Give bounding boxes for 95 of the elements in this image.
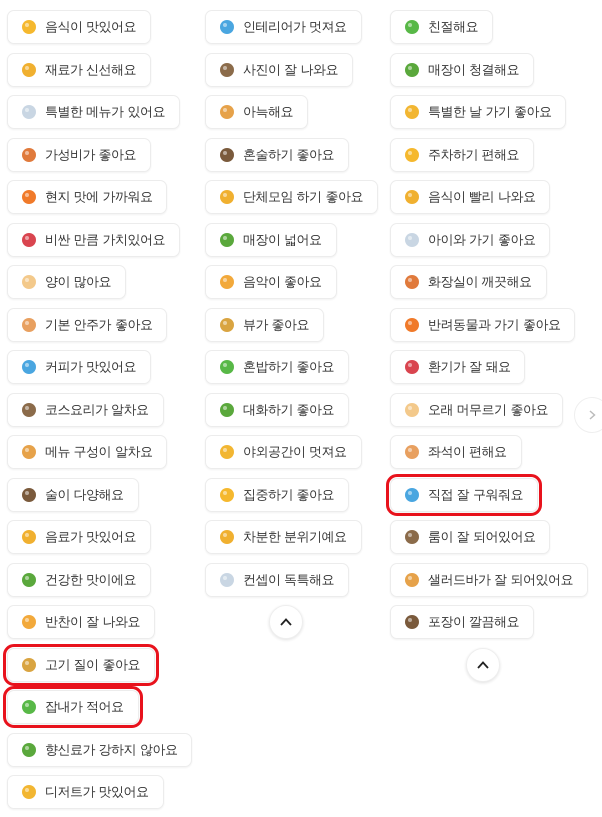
- dot-icon: [21, 444, 37, 460]
- keyword-chip[interactable]: 재료가 신선해요: [7, 52, 152, 86]
- dot-icon: [219, 189, 235, 205]
- keyword-chip[interactable]: 단체모임 하기 좋아요: [205, 180, 378, 214]
- dot-icon: [404, 486, 420, 502]
- dot-icon: [404, 104, 420, 120]
- dot-icon: [21, 316, 37, 332]
- dot-icon: [21, 572, 37, 588]
- keyword-chip[interactable]: 룸이 잘 되어있어요: [390, 520, 550, 554]
- dot-icon: [21, 359, 37, 375]
- keyword-chip[interactable]: 음식이 맛있어요: [7, 10, 152, 44]
- dot-icon: [21, 274, 37, 290]
- dot-icon: [404, 316, 420, 332]
- dot-icon: [404, 359, 420, 375]
- dot-icon: [21, 19, 37, 35]
- dot-icon: [21, 614, 37, 630]
- keyword-chip[interactable]: 반찬이 잘 나와요: [7, 605, 155, 639]
- dot-icon: [219, 444, 235, 460]
- dot-icon: [21, 784, 37, 800]
- keyword-chip[interactable]: 반려동물과 가기 좋아요: [390, 308, 576, 342]
- keyword-chip[interactable]: 특별한 메뉴가 있어요: [7, 95, 180, 129]
- keyword-chip[interactable]: 대화하기 좋아요: [205, 392, 350, 426]
- dot-icon: [404, 572, 420, 588]
- dot-icon: [404, 614, 420, 630]
- dot-icon: [404, 529, 420, 545]
- dot-icon: [21, 62, 37, 78]
- dot-icon: [404, 232, 420, 248]
- dot-icon: [21, 656, 37, 672]
- keyword-chip[interactable]: 사진이 잘 나와요: [205, 52, 353, 86]
- dot-icon: [21, 486, 37, 502]
- keyword-chip[interactable]: 친절해요: [390, 10, 493, 44]
- collapse-button[interactable]: [466, 648, 500, 682]
- dot-icon: [219, 232, 235, 248]
- keyword-chip[interactable]: 음료가 맛있어요: [7, 520, 152, 554]
- keyword-chip[interactable]: 좌석이 편해요: [390, 435, 522, 469]
- dot-icon: [21, 232, 37, 248]
- keyword-chip[interactable]: 차분한 분위기예요: [205, 520, 362, 554]
- keyword-chip[interactable]: 포장이 깔끔해요: [390, 605, 534, 639]
- keyword-chip[interactable]: 향신료가 강하지 않아요: [7, 732, 192, 766]
- collapse-button[interactable]: [269, 605, 303, 639]
- dot-icon: [404, 402, 420, 418]
- keyword-chip[interactable]: 화장실이 깨끗해요: [390, 265, 547, 299]
- dot-icon: [404, 444, 420, 460]
- keyword-chip[interactable]: 인테리어가 멋져요: [205, 10, 362, 44]
- keyword-chip[interactable]: 오래 머무르기 좋아요: [390, 392, 563, 426]
- keyword-chip[interactable]: 비싼 만큼 가치있어요: [7, 222, 180, 256]
- dot-icon: [219, 104, 235, 120]
- dot-icon: [404, 274, 420, 290]
- keyword-chip[interactable]: 매장이 넓어요: [205, 222, 337, 256]
- dot-icon: [219, 359, 235, 375]
- keyword-chip[interactable]: 컨셉이 독특해요: [205, 562, 350, 596]
- dot-icon: [219, 316, 235, 332]
- dot-icon: [21, 189, 37, 205]
- keyword-chip[interactable]: 디저트가 맛있어요: [7, 775, 164, 809]
- dot-icon: [219, 62, 235, 78]
- dot-icon: [404, 189, 420, 205]
- keyword-chip[interactable]: 혼술하기 좋아요: [205, 138, 350, 172]
- keyword-chip[interactable]: 음식이 빨리 나와요: [390, 180, 550, 214]
- keyword-chip[interactable]: 아늑해요: [205, 95, 308, 129]
- dot-icon: [21, 699, 37, 715]
- keyword-chip[interactable]: 기본 안주가 좋아요: [7, 308, 168, 342]
- dot-icon: [404, 19, 420, 35]
- keyword-chip[interactable]: 뷰가 좋아요: [205, 308, 324, 342]
- keyword-chip[interactable]: 환기가 잘 돼요: [390, 350, 526, 384]
- keyword-chip[interactable]: 매장이 청결해요: [390, 52, 534, 86]
- dot-icon: [21, 104, 37, 120]
- keyword-chip[interactable]: 건강한 맛이에요: [7, 562, 152, 596]
- dot-icon: [219, 146, 235, 162]
- dot-icon: [21, 146, 37, 162]
- dot-icon: [219, 402, 235, 418]
- keyword-chip[interactable]: 커피가 맛있어요: [7, 350, 152, 384]
- keyword-chip[interactable]: 음악이 좋아요: [205, 265, 337, 299]
- keyword-chip[interactable]: 메뉴 구성이 알차요: [7, 435, 168, 469]
- keyword-chip[interactable]: 주차하기 편해요: [390, 138, 534, 172]
- dot-icon: [219, 486, 235, 502]
- keyword-chip[interactable]: 혼밥하기 좋아요: [205, 350, 350, 384]
- dot-icon: [219, 572, 235, 588]
- dot-icon: [21, 529, 37, 545]
- keyword-chip[interactable]: 술이 다양해요: [7, 478, 139, 512]
- keyword-chip[interactable]: 샐러드바가 잘 되어있어요: [390, 562, 588, 596]
- dot-icon: [404, 146, 420, 162]
- keyword-chip[interactable]: 코스요리가 알차요: [7, 392, 164, 426]
- dot-icon: [21, 402, 37, 418]
- dot-icon: [219, 274, 235, 290]
- keyword-chip[interactable]: 양이 많아요: [7, 265, 126, 299]
- keyword-chip[interactable]: 현지 맛에 가까워요: [7, 180, 168, 214]
- dot-icon: [21, 742, 37, 758]
- dot-icon: [404, 62, 420, 78]
- keyword-chip[interactable]: 가성비가 좋아요: [7, 138, 152, 172]
- dot-icon: [219, 19, 235, 35]
- keyword-chip[interactable]: 야외공간이 멋져요: [205, 435, 362, 469]
- dot-icon: [219, 529, 235, 545]
- keyword-chip[interactable]: 특별한 날 가기 좋아요: [390, 95, 566, 129]
- keyword-chip[interactable]: 아이와 가기 좋아요: [390, 222, 550, 256]
- keyword-chip[interactable]: 집중하기 좋아요: [205, 478, 350, 512]
